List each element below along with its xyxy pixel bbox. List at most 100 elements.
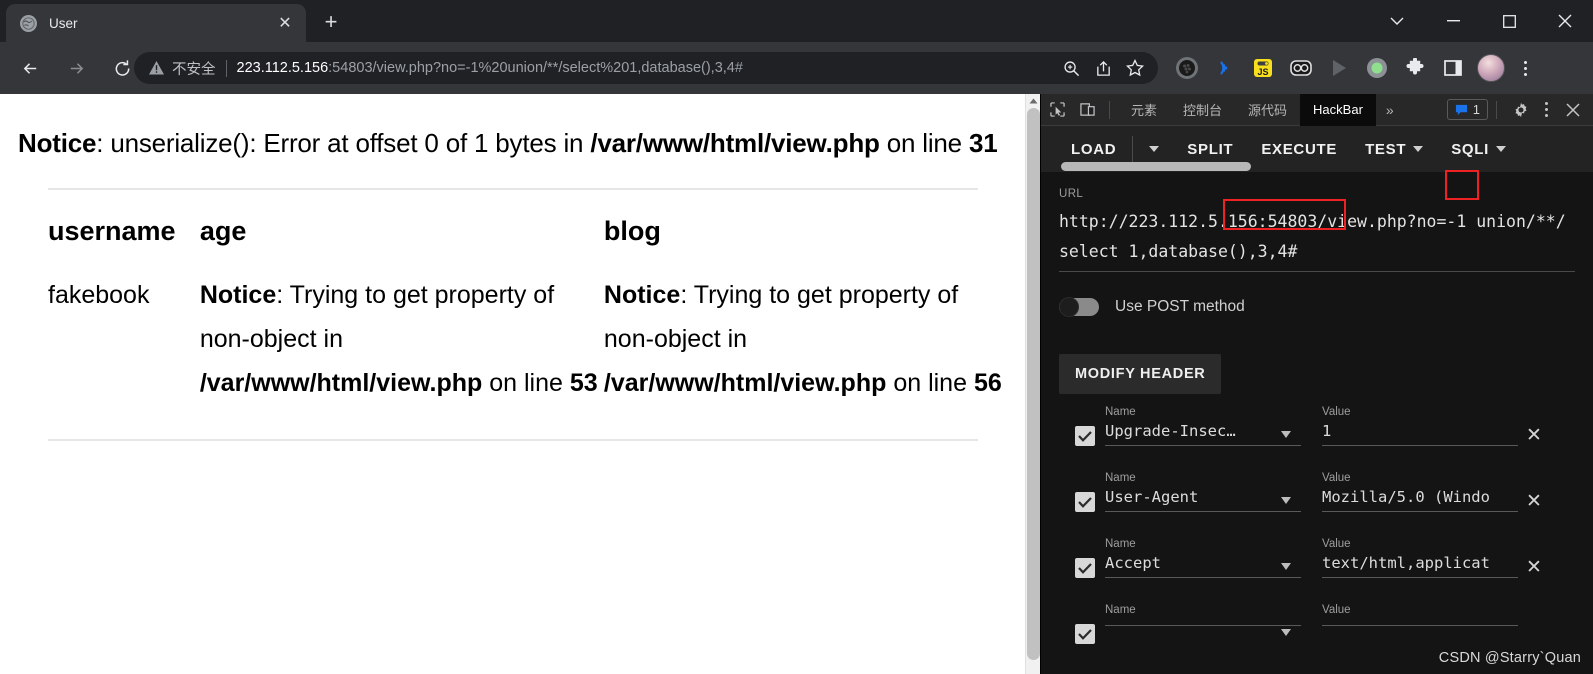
header-value-input[interactable]: text/html,applicat xyxy=(1322,554,1518,578)
header-value-label: Value xyxy=(1322,538,1351,550)
side-panel-icon[interactable] xyxy=(1434,52,1472,84)
tab-title: User xyxy=(49,15,78,31)
cell-username: fakebook xyxy=(48,281,150,309)
table-body: fakebook Notice: Trying to get property … xyxy=(18,265,1008,405)
zoom-icon[interactable] xyxy=(1056,53,1086,83)
notice-text: : unserialize(): Error at offset 0 of 1 … xyxy=(96,128,591,158)
devtools-more-tabs-icon[interactable]: » xyxy=(1376,102,1404,118)
page-scrollbar-thumb[interactable] xyxy=(1027,108,1040,660)
bookmark-star-icon[interactable] xyxy=(1120,53,1150,83)
forward-arrow-icon[interactable] xyxy=(56,48,96,88)
devtools-divider xyxy=(1109,100,1110,119)
hackbar-toolbar: LOAD SPLIT EXECUTE TEST SQLI xyxy=(1041,126,1593,172)
header-name-input[interactable]: Upgrade-Insec… xyxy=(1105,422,1301,446)
header-name-label: Name xyxy=(1105,538,1136,550)
browser-tab[interactable]: User ✕ xyxy=(6,4,306,42)
header-remove-icon[interactable]: ✕ xyxy=(1526,424,1542,447)
devtools-tab-elements[interactable]: 元素 xyxy=(1118,94,1170,126)
issues-badge[interactable]: 1 xyxy=(1446,99,1488,120)
tab-search-chevron-icon[interactable] xyxy=(1369,0,1425,42)
wifi-signal-icon[interactable] xyxy=(1206,52,1244,84)
header-rows: Name Value Upgrade-Insec… 1 ✕ Name Value xyxy=(1059,406,1575,670)
scroll-up-arrow-icon[interactable] xyxy=(1026,94,1041,108)
omnibox-actions xyxy=(1056,52,1150,84)
url-input[interactable]: http://223.112.5.156:54803/view.php?no=-… xyxy=(1059,207,1575,272)
chevron-down-icon[interactable] xyxy=(1281,563,1291,570)
header-row: Name Value User-Agent Mozilla/5.0 (Windo… xyxy=(1059,472,1575,538)
header-name-label: Name xyxy=(1105,604,1136,616)
hackbar-panel: LOAD SPLIT EXECUTE TEST SQLI URL http://… xyxy=(1041,126,1593,674)
header-name-input[interactable]: User-Agent xyxy=(1105,488,1301,512)
tab-strip: User ✕ + xyxy=(0,0,1593,42)
share-icon[interactable] xyxy=(1088,53,1118,83)
header-remove-icon[interactable]: ✕ xyxy=(1526,490,1542,513)
notice-label: Notice xyxy=(18,128,97,158)
page-scrollbar[interactable] xyxy=(1025,94,1040,674)
header-enabled-checkbox[interactable] xyxy=(1075,426,1095,446)
inspect-cursor-icon[interactable] xyxy=(1043,96,1071,124)
hackbar-test-label: TEST xyxy=(1365,140,1407,158)
use-post-method-label: Use POST method xyxy=(1115,298,1245,315)
browser-toolbar: 不安全 223.112.5.156:54803/view.php?no=-1%2… xyxy=(0,42,1593,94)
back-arrow-icon[interactable] xyxy=(10,48,50,88)
device-toolbar-icon[interactable] xyxy=(1073,96,1101,124)
security-status-text: 不安全 xyxy=(172,61,216,78)
table-header-row: username age blog xyxy=(18,190,1008,265)
devtools-tab-hackbar[interactable]: HackBar xyxy=(1300,93,1376,126)
header-name-input[interactable]: Accept xyxy=(1105,554,1301,578)
header-enabled-checkbox[interactable] xyxy=(1075,558,1095,578)
header-value-input[interactable]: Mozilla/5.0 (Windo xyxy=(1322,488,1518,512)
table-row: fakebook Notice: Trying to get property … xyxy=(18,265,1008,405)
use-post-method-toggle[interactable] xyxy=(1059,297,1099,317)
header-name-input[interactable] xyxy=(1105,620,1301,626)
devtools-tab-sources[interactable]: 源代码 xyxy=(1235,94,1300,126)
header-value-input[interactable]: 1 xyxy=(1322,422,1518,446)
maximize-icon[interactable] xyxy=(1481,0,1537,42)
cell-age-notice-online: on line xyxy=(482,369,570,397)
toggle-knob xyxy=(1059,297,1079,317)
puzzle-piece-icon[interactable] xyxy=(1396,52,1434,84)
header-enabled-checkbox[interactable] xyxy=(1075,624,1095,644)
header-value-label: Value xyxy=(1322,406,1351,418)
close-devtools-icon[interactable] xyxy=(1559,96,1587,124)
devtools-more-options-icon[interactable] xyxy=(1535,102,1557,117)
column-header-age: age xyxy=(199,216,247,246)
goggles-icon[interactable] xyxy=(1282,52,1320,84)
chevron-down-icon[interactable] xyxy=(1281,497,1291,504)
cell-age-notice-line: 53 xyxy=(569,369,598,397)
message-issue-icon xyxy=(1455,104,1467,115)
column-header-blog: blog xyxy=(603,216,661,246)
header-remove-icon[interactable]: ✕ xyxy=(1526,556,1542,579)
header-value-label: Value xyxy=(1322,472,1351,484)
new-tab-button[interactable]: + xyxy=(318,9,344,35)
chevron-down-icon[interactable] xyxy=(1281,629,1291,636)
chevron-down-icon[interactable] xyxy=(1281,431,1291,438)
divider-bottom xyxy=(48,439,978,441)
warning-triangle-icon xyxy=(148,60,165,76)
modify-header-button[interactable]: MODIFY HEADER xyxy=(1059,354,1222,394)
minimize-icon[interactable] xyxy=(1425,0,1481,42)
post-method-row[interactable]: Use POST method xyxy=(1059,297,1575,317)
green-dot-icon[interactable] xyxy=(1358,52,1396,84)
cell-age-notice-file: /var/www/html/view.php xyxy=(199,369,483,397)
header-name-label: Name xyxy=(1105,472,1136,484)
header-enabled-checkbox[interactable] xyxy=(1075,492,1095,512)
notice-online: on line xyxy=(879,128,969,158)
address-bar[interactable]: 不安全 223.112.5.156:54803/view.php?no=-1%2… xyxy=(134,52,1158,84)
close-window-icon[interactable] xyxy=(1537,0,1593,42)
header-value-input[interactable] xyxy=(1322,620,1518,626)
url-host: 223.112.5.156 xyxy=(236,60,329,76)
profile-avatar[interactable] xyxy=(1472,52,1510,84)
hackbar-toolbar-scrollbar-thumb[interactable] xyxy=(1061,162,1251,171)
js-badge-icon[interactable]: JS xyxy=(1244,52,1282,84)
gear-icon[interactable] xyxy=(1507,96,1535,124)
hackbar-toolbar-scrollbar[interactable] xyxy=(1041,161,1593,172)
cell-blog: Notice: Trying to get property of non-ob… xyxy=(604,265,1008,405)
chrome-menu-kebab-icon[interactable] xyxy=(1510,52,1540,84)
php-notice-top: Notice: unserialize(): Error at offset 0… xyxy=(18,94,1008,166)
tab-close-icon[interactable]: ✕ xyxy=(274,12,296,34)
blackberry-dark-circle-icon[interactable] xyxy=(1168,52,1206,84)
cell-blog-notice-line: 56 xyxy=(973,369,1002,397)
play-triangle-icon[interactable] xyxy=(1320,52,1358,84)
devtools-tab-console[interactable]: 控制台 xyxy=(1170,94,1235,126)
